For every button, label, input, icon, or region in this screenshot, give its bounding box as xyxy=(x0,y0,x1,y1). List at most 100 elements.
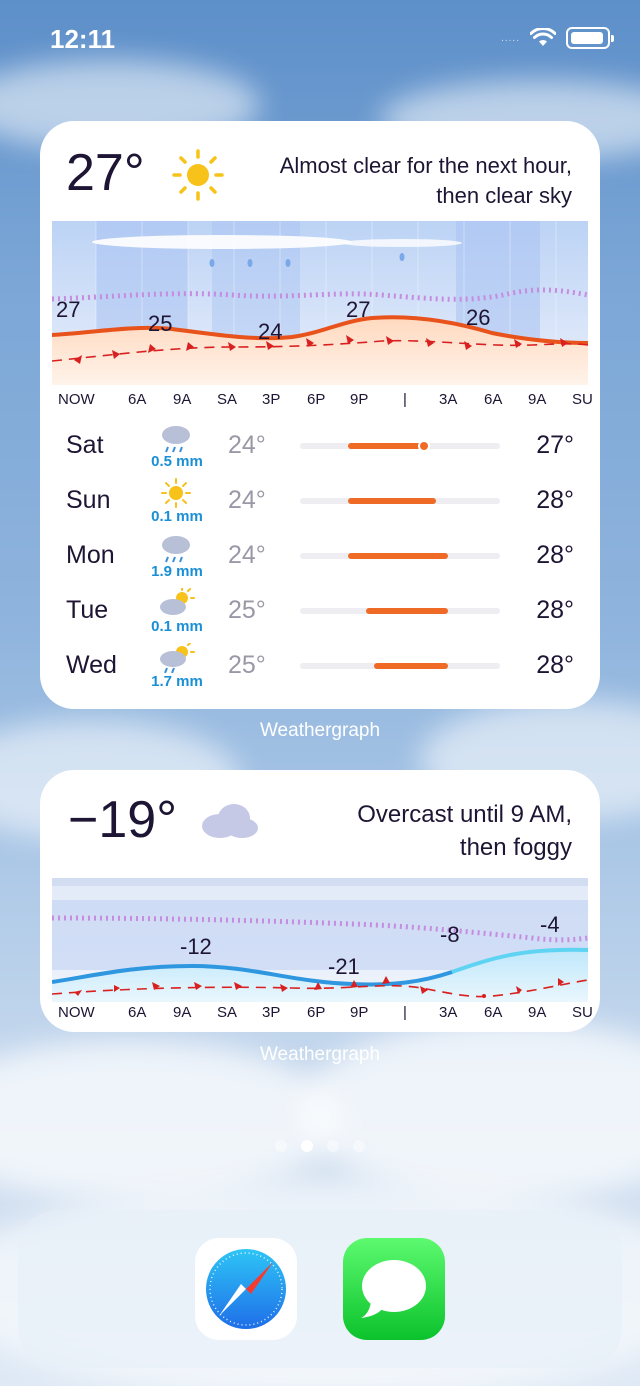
forecast-day: Tue xyxy=(66,596,109,624)
forecast-precipitation: 0.1 mm xyxy=(151,508,203,525)
forecast-high: 28° xyxy=(536,486,574,514)
temperature-range-bar xyxy=(348,498,436,504)
axis-label: 9A xyxy=(173,1004,192,1021)
summary-line-2: then foggy xyxy=(459,834,572,861)
axis-label-now: NOW xyxy=(58,1004,95,1021)
forecast-day: Mon xyxy=(66,541,115,569)
forecast-high: 28° xyxy=(536,541,574,569)
messages-app-icon[interactable] xyxy=(343,1238,445,1340)
graph-label-high-start: 27 xyxy=(56,297,80,322)
axis-label: 9P xyxy=(350,1004,369,1021)
graph-label: -8 xyxy=(440,922,460,947)
axis-label: 3A xyxy=(439,1004,458,1021)
forecast-row: Mon 1.9 mm 24° 28° xyxy=(40,533,600,587)
rain-cloud-icon xyxy=(162,426,190,453)
partly-sunny-cloud-icon xyxy=(160,588,195,615)
current-temperature-marker xyxy=(418,440,430,452)
forecast-day: Wed xyxy=(66,651,117,679)
sun-icon xyxy=(172,149,224,201)
widget-caption: Weathergraph xyxy=(259,720,381,741)
axis-label: SU xyxy=(572,391,593,408)
status-time: 12:11 xyxy=(50,24,116,54)
cloud-icon xyxy=(202,804,258,838)
forecast-low: 24° xyxy=(228,486,266,514)
current-temperature: 27° xyxy=(66,144,145,202)
forecast-precipitation: 0.1 mm xyxy=(151,618,203,635)
hourly-temperature-graph: 27 25 24 27 26 xyxy=(52,221,588,385)
rain-cloud-icon xyxy=(162,536,190,563)
forecast-precipitation: 1.7 mm xyxy=(151,673,203,690)
temperature-range-track xyxy=(300,498,500,504)
forecast-precipitation: 1.9 mm xyxy=(151,563,203,580)
axis-label: 6A xyxy=(484,391,503,408)
forecast-high: 28° xyxy=(536,596,574,624)
graph-label-high: 27 xyxy=(346,297,370,322)
cellular-signal-icon: ..... xyxy=(501,32,520,44)
graph-label-high: -4 xyxy=(540,912,560,937)
forecast-summary: Almost clear for the next hour, then cle… xyxy=(280,151,572,211)
summary-line-2: then clear sky xyxy=(436,183,572,208)
widget-caption: Weathergraph xyxy=(259,1044,381,1065)
hourly-temperature-graph: -12 -21 -8 -4 xyxy=(52,878,588,1002)
wifi-icon xyxy=(530,28,556,46)
safari-app-icon[interactable] xyxy=(195,1238,297,1340)
forecast-summary: Overcast until 9 AM, then foggy xyxy=(357,798,572,864)
graph-label-low: 24 xyxy=(258,319,282,344)
forecast-low: 24° xyxy=(228,431,266,459)
axis-label: 9A xyxy=(528,391,547,408)
dock xyxy=(18,1210,622,1368)
page-indicator[interactable] xyxy=(0,1140,640,1152)
axis-midnight-marker: | xyxy=(403,1004,407,1021)
forecast-day: Sun xyxy=(66,486,111,514)
axis-label: SA xyxy=(217,1004,238,1021)
sun-icon xyxy=(161,478,191,508)
axis-label: 6A xyxy=(484,1004,503,1021)
weathergraph-widget-current[interactable]: 27° Almost clear for the next hour, then… xyxy=(40,121,600,709)
axis-label: 9A xyxy=(528,1004,547,1021)
time-axis: NOW 6A 9A SA 3P 6P 9P | 3A 6A 9A SU xyxy=(52,391,600,415)
status-icons: ..... xyxy=(501,27,614,49)
speech-bubble-icon xyxy=(361,1260,426,1318)
temperature-range-track xyxy=(300,553,500,559)
graph-label-low: -21 xyxy=(328,954,360,979)
temperature-range-track xyxy=(300,663,500,669)
forecast-row: Sat 0.5 mm 24° 27° xyxy=(40,423,600,477)
page-dot[interactable] xyxy=(275,1140,287,1152)
axis-label: 9P xyxy=(350,391,369,408)
weathergraph-widget-secondary[interactable]: −19° Overcast until 9 AM, then foggy -12… xyxy=(40,770,600,1032)
axis-label: 3A xyxy=(439,391,458,408)
temperature-range-track xyxy=(300,608,500,614)
axis-midnight-marker: | xyxy=(403,391,407,408)
time-axis: NOW 6A 9A SA 3P 6P 9P | 3A 6A 9A SU xyxy=(52,1004,600,1028)
axis-label: 6A xyxy=(128,391,147,408)
current-temperature: −19° xyxy=(68,791,178,849)
page-dot[interactable] xyxy=(327,1140,339,1152)
axis-label: 6A xyxy=(128,1004,147,1021)
temperature-range-bar xyxy=(348,553,448,559)
temperature-range-bar xyxy=(374,663,448,669)
graph-label: 26 xyxy=(466,305,490,330)
compass-icon xyxy=(206,1249,286,1329)
battery-icon xyxy=(566,27,614,49)
axis-label: 9A xyxy=(173,391,192,408)
forecast-row: Wed 1.7 mm 25° 28° xyxy=(40,643,600,697)
forecast-precipitation: 0.5 mm xyxy=(151,453,203,470)
axis-label: SA xyxy=(217,391,238,408)
temperature-range-bar xyxy=(348,443,426,449)
axis-label: 6P xyxy=(307,391,326,408)
forecast-high: 27° xyxy=(536,431,574,459)
graph-label: -12 xyxy=(180,934,212,959)
page-dot[interactable] xyxy=(353,1140,365,1152)
temperature-range-bar xyxy=(366,608,448,614)
partly-sunny-rain-icon xyxy=(160,643,195,673)
summary-line-1: Overcast until 9 AM, xyxy=(357,801,572,828)
summary-line-1: Almost clear for the next hour, xyxy=(279,153,572,178)
forecast-day: Sat xyxy=(66,431,104,459)
axis-label: 3P xyxy=(262,391,281,408)
temperature-range-track xyxy=(300,440,500,452)
page-dot-active[interactable] xyxy=(301,1140,313,1152)
axis-label: 3P xyxy=(262,1004,281,1021)
axis-label: SU xyxy=(572,1004,593,1021)
forecast-row: Sun 0.1 mm 24° 28° xyxy=(40,478,600,532)
axis-label-now: NOW xyxy=(58,391,95,408)
